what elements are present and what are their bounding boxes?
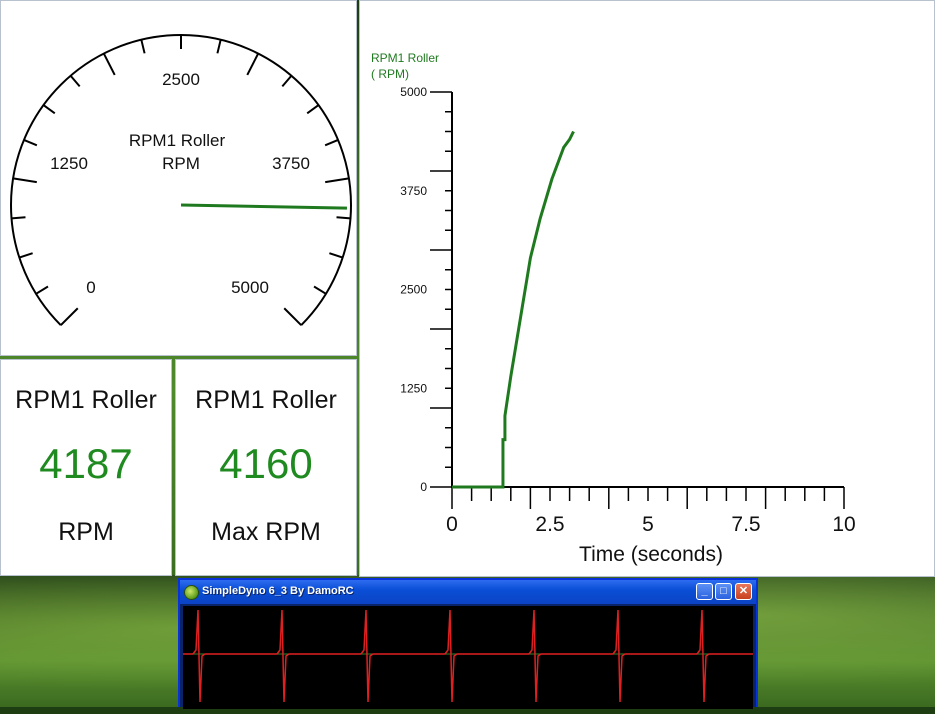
chart-xlabel: Time (seconds) xyxy=(579,543,723,566)
gauge-minor-tick xyxy=(306,104,320,115)
gauge-unit: RPM xyxy=(162,154,200,173)
chart-ylabel-line2: ( RPM) xyxy=(371,67,409,81)
chart-ylabel-line1: RPM1 Roller xyxy=(371,51,439,65)
gauge-major-tick xyxy=(283,307,302,326)
y-tick-label: 5000 xyxy=(400,85,427,99)
minimize-button[interactable]: _ xyxy=(696,583,713,600)
close-button[interactable]: ✕ xyxy=(735,583,752,600)
gauge-minor-tick xyxy=(329,252,343,259)
gauge-label-3750: 3750 xyxy=(272,154,310,173)
x-tick-label: 7.5 xyxy=(731,513,760,536)
x-tick-label: 10 xyxy=(832,513,855,536)
y-tick-label: 3750 xyxy=(400,184,427,198)
window-title: SimpleDyno 6_3 By DamoRC xyxy=(202,585,354,597)
rpm-time-chart: RPM1 Roller ( RPM) 0 1250 2500 3750 5000 0 2.5… xyxy=(371,51,856,566)
gauge-label-2500: 2500 xyxy=(162,70,200,89)
gauge-major-tick xyxy=(246,53,260,76)
x-tick-label: 5 xyxy=(642,513,654,536)
gauge-minor-tick xyxy=(336,216,351,220)
gauge-major-tick xyxy=(60,307,79,326)
gauge-major-tick xyxy=(102,53,116,76)
rpm-gauge-panel: 2500 1250 3750 0 5000 RPM1 Roller RPM xyxy=(0,0,357,356)
gauge-needle xyxy=(180,203,347,210)
gauge-minor-tick xyxy=(35,285,49,295)
readout-value: 4160 xyxy=(219,440,313,487)
simpledyno-window[interactable]: SimpleDyno 6_3 By DamoRC _ □ ✕ xyxy=(178,578,758,709)
rpm-series-line xyxy=(452,130,575,489)
rpm-time-chart-panel: RPM1 Roller ( RPM) 0 1250 2500 3750 5000 0 2.5… xyxy=(359,0,935,577)
axis-ticks: 0 1250 2500 3750 5000 0 2.5 5 7.5 10 xyxy=(400,85,855,536)
rpm-readout-panel: RPM1 Roller 4187 RPM xyxy=(0,359,172,576)
gauge-minor-tick xyxy=(69,75,81,88)
x-tick-label: 0 xyxy=(446,513,458,536)
gauge-minor-tick xyxy=(23,139,38,147)
max-rpm-readout-panel: RPM1 Roller 4160 Max RPM xyxy=(175,359,357,576)
gauge-minor-tick xyxy=(313,285,327,295)
y-tick-label: 0 xyxy=(420,480,427,494)
gauge-minor-tick xyxy=(11,216,26,220)
gauge-minor-tick xyxy=(281,75,293,88)
rpm-gauge: 2500 1250 3750 0 5000 RPM1 Roller RPM xyxy=(10,34,352,326)
window-titlebar[interactable]: SimpleDyno 6_3 By DamoRC _ □ ✕ xyxy=(180,580,756,604)
gauge-minor-tick xyxy=(140,39,146,54)
y-tick-label: 2500 xyxy=(400,283,427,297)
x-tick-label: 2.5 xyxy=(535,513,564,536)
readout-title: RPM1 Roller xyxy=(195,386,337,414)
maximize-button[interactable]: □ xyxy=(715,583,732,600)
gauge-major-tick xyxy=(12,177,37,184)
readout-unit: Max RPM xyxy=(211,518,321,546)
gauge-label-5000: 5000 xyxy=(231,278,269,297)
gauge-minor-tick xyxy=(42,104,56,115)
scope-trace xyxy=(183,609,753,703)
y-tick-label: 1250 xyxy=(400,381,427,395)
readout-title: RPM1 Roller xyxy=(15,386,157,414)
gauge-minor-tick xyxy=(324,139,339,147)
gauge-label-0: 0 xyxy=(86,278,95,297)
readout-value: 4187 xyxy=(39,440,133,487)
gauge-label-1250: 1250 xyxy=(50,154,88,173)
gauge-major-tick xyxy=(325,177,350,184)
gauge-title: RPM1 Roller xyxy=(129,131,226,150)
signal-scope-svg xyxy=(183,609,753,703)
gauge-minor-tick xyxy=(216,39,222,54)
readout-unit: RPM xyxy=(58,518,114,546)
app-icon xyxy=(184,585,199,600)
signal-scope xyxy=(183,606,753,709)
gauge-minor-tick xyxy=(19,252,33,259)
